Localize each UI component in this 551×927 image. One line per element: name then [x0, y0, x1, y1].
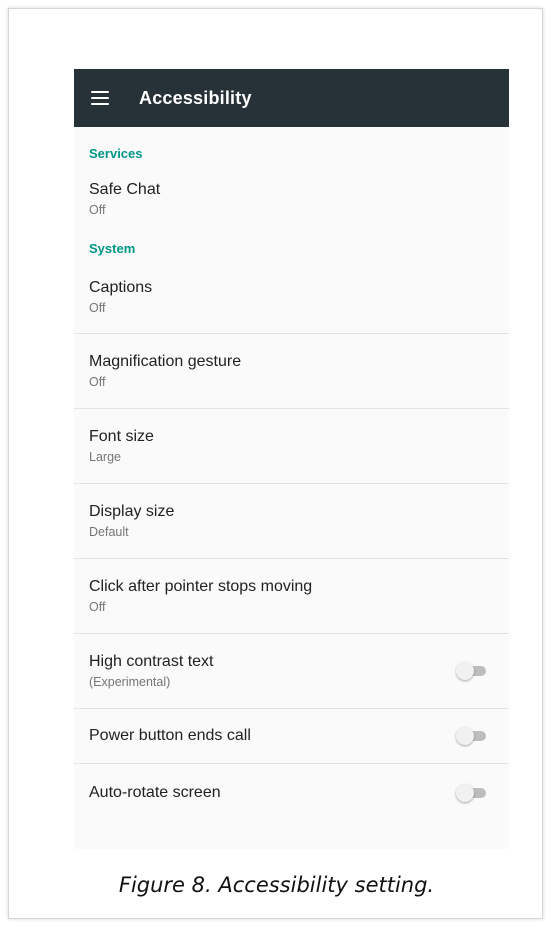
- hamburger-menu-icon[interactable]: [91, 91, 109, 105]
- power-button-toggle[interactable]: [456, 727, 486, 745]
- setting-display-size[interactable]: Display size Default: [74, 484, 509, 559]
- toolbar-title: Accessibility: [139, 87, 252, 108]
- setting-summary: Off: [89, 600, 106, 614]
- setting-summary: Off: [89, 300, 106, 315]
- setting-summary: (Experimental): [89, 675, 171, 689]
- setting-font-size[interactable]: Font size Large: [74, 409, 509, 484]
- setting-power-button-ends-call[interactable]: Power button ends call: [74, 709, 509, 764]
- setting-title: High contrast text: [89, 653, 214, 670]
- setting-title: Safe Chat: [89, 180, 161, 198]
- setting-title: Display size: [89, 503, 175, 520]
- setting-magnification-gesture[interactable]: Magnification gesture Off: [74, 334, 509, 409]
- phone-screen: Accessibility Services Safe Chat Off Sys…: [74, 69, 509, 849]
- toggle-thumb: [456, 727, 474, 745]
- auto-rotate-toggle[interactable]: [456, 784, 486, 802]
- setting-summary: Off: [89, 375, 106, 389]
- figure-caption: Figure 8. Accessibility setting.: [118, 873, 435, 897]
- setting-title: Captions: [89, 278, 153, 296]
- setting-title: Click after pointer stops moving: [89, 578, 313, 595]
- setting-title: Power button ends call: [89, 727, 251, 744]
- section-header-services: Services: [89, 146, 143, 161]
- setting-summary: Default: [89, 525, 129, 539]
- high-contrast-toggle[interactable]: [456, 662, 486, 680]
- app-toolbar: Accessibility: [74, 69, 509, 127]
- setting-high-contrast-text[interactable]: High contrast text (Experimental): [74, 634, 509, 709]
- setting-title: Font size: [89, 428, 154, 445]
- setting-captions[interactable]: Captions Off: [74, 260, 509, 334]
- setting-title: Auto-rotate screen: [89, 784, 221, 801]
- section-header-system: System: [89, 241, 136, 256]
- setting-title: Magnification gesture: [89, 353, 242, 370]
- setting-summary: Off: [89, 202, 106, 217]
- setting-summary: Large: [89, 450, 121, 464]
- toggle-thumb: [456, 662, 474, 680]
- setting-click-after-pointer[interactable]: Click after pointer stops moving Off: [74, 559, 509, 634]
- setting-auto-rotate-screen[interactable]: Auto-rotate screen: [74, 764, 509, 822]
- toggle-thumb: [456, 784, 474, 802]
- setting-safe-chat[interactable]: Safe Chat Off: [74, 165, 509, 232]
- figure-frame: Accessibility Services Safe Chat Off Sys…: [8, 8, 543, 919]
